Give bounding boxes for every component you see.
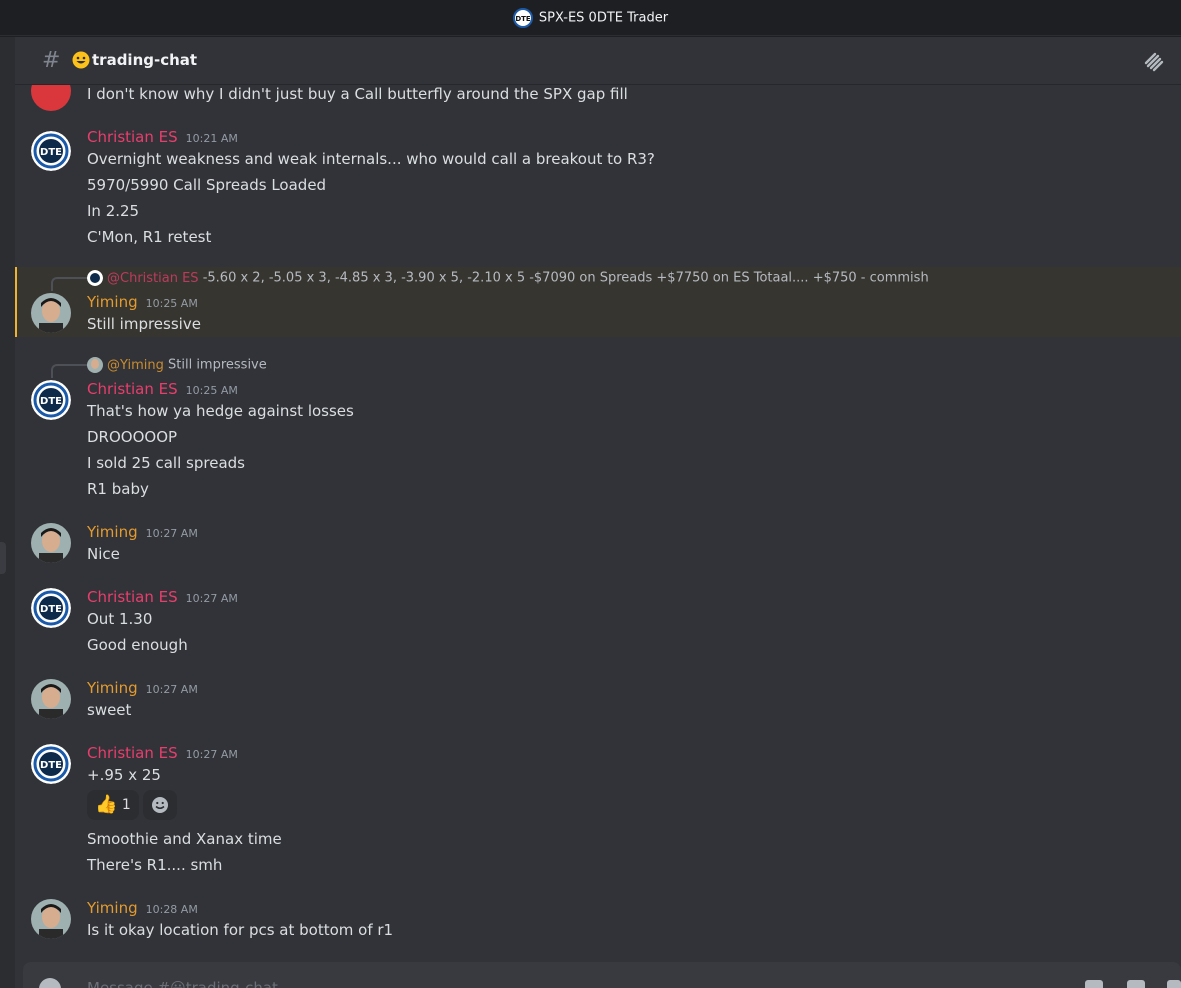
timestamp[interactable]: 10:27 AM [146, 527, 198, 540]
dte-logo-icon: DTE [31, 131, 71, 171]
message-text: Is it okay location for pcs at bottom of… [87, 921, 394, 939]
add-reaction-button[interactable] [142, 790, 177, 820]
thumbs-up-icon: 👍 [95, 794, 118, 815]
hash-icon: # [42, 48, 61, 73]
username[interactable]: Christian ES [87, 744, 178, 762]
username[interactable]: Christian ES [87, 380, 178, 398]
dte-logo-icon: DTE [31, 744, 71, 784]
timestamp[interactable]: 10:28 AM [146, 903, 198, 916]
username[interactable]: Yiming [87, 899, 138, 917]
dte-logo-icon: DTE [31, 588, 71, 628]
message-header: Christian ES 10:27 AM [87, 588, 238, 606]
message-text: +.95 x 25 [87, 766, 161, 784]
timestamp[interactable]: 10:25 AM [186, 384, 238, 397]
message-input[interactable]: Message #😃trading-chat [87, 979, 278, 988]
timestamp[interactable]: 10:25 AM [146, 297, 198, 310]
server-scroll-indicator [0, 542, 6, 574]
svg-text:DTE: DTE [40, 760, 62, 771]
message-text: C'Mon, R1 retest [87, 228, 212, 246]
timestamp[interactable]: 10:21 AM [186, 132, 238, 145]
message-header: Yiming 10:27 AM [87, 679, 198, 697]
reactions-bar: 👍 1 [87, 790, 181, 820]
username[interactable]: Yiming [87, 679, 138, 697]
smile-icon [151, 797, 168, 813]
avatar-yiming[interactable] [31, 523, 71, 563]
reply-mention[interactable]: @Christian ES [107, 271, 199, 286]
message-text: R1 baby [87, 480, 149, 498]
reply-text: -5.60 x 2, -5.05 x 3, -4.85 x 3, -3.90 x… [202, 270, 929, 286]
message-text: That's how ya hedge against losses [87, 402, 354, 420]
svg-text:DTE: DTE [40, 604, 62, 615]
avatar[interactable] [31, 85, 71, 111]
avatar-yiming[interactable] [31, 679, 71, 719]
message-text: Nice [87, 545, 120, 563]
reaction-count: 1 [121, 797, 131, 813]
avatar-yiming[interactable] [31, 293, 71, 333]
reply-preview[interactable]: @Yiming Still impressive [87, 357, 267, 373]
user-photo-icon [31, 293, 71, 333]
channel-name[interactable]: trading-chat [92, 51, 197, 69]
timestamp[interactable]: 10:27 AM [146, 683, 198, 696]
window-title: SPX-ES 0DTE Trader [538, 10, 669, 26]
reply-avatar [87, 357, 103, 373]
dte-logo-icon: DTE [31, 380, 71, 420]
reply-avatar [87, 270, 103, 286]
avatar-christian[interactable]: DTE [31, 380, 71, 420]
user-photo-icon [31, 679, 71, 719]
server-icon: DTE [512, 8, 533, 28]
timestamp[interactable]: 10:27 AM [186, 748, 238, 761]
reply-spine [51, 277, 87, 291]
avatar-christian[interactable]: DTE [31, 131, 71, 171]
username[interactable]: Yiming [87, 523, 138, 541]
message-header: Yiming 10:27 AM [87, 523, 198, 541]
username[interactable]: Christian ES [87, 588, 178, 606]
message-text: Smoothie and Xanax time [87, 830, 282, 848]
gif-icon[interactable] [1127, 980, 1145, 988]
message-header: Yiming 10:25 AM [87, 293, 198, 311]
message-composer[interactable]: Message #😃trading-chat [23, 962, 1181, 988]
gift-icon[interactable] [1085, 980, 1103, 988]
message-header: Christian ES 10:25 AM [87, 380, 238, 398]
grinning-face-icon [72, 51, 90, 69]
message-text: Out 1.30 [87, 610, 153, 628]
message-header: Christian ES 10:27 AM [87, 744, 238, 762]
message-text: I sold 25 call spreads [87, 454, 245, 472]
avatar-christian[interactable]: DTE [31, 588, 71, 628]
sticker-icon[interactable] [1167, 980, 1181, 988]
message-text: There's R1.... smh [87, 856, 223, 874]
channel-header: # trading-chat [15, 37, 1181, 85]
window-title-bar: DTE SPX-ES 0DTE Trader [0, 0, 1181, 36]
timestamp[interactable]: 10:27 AM [186, 592, 238, 605]
avatar-yiming[interactable] [31, 899, 71, 939]
reply-mention[interactable]: @Yiming [107, 358, 164, 373]
message-header: Yiming 10:28 AM [87, 899, 198, 917]
message-text: 5970/5990 Call Spreads Loaded [87, 176, 327, 194]
message-text: Overnight weakness and weak internals...… [87, 150, 655, 168]
user-photo-icon [31, 899, 71, 939]
avatar-christian[interactable]: DTE [31, 744, 71, 784]
message-text: sweet [87, 701, 132, 719]
username[interactable]: Yiming [87, 293, 138, 311]
reply-preview[interactable]: @Christian ES -5.60 x 2, -5.05 x 3, -4.8… [87, 270, 929, 286]
chat-panel: # trading-chat I don't know why I didn't… [15, 37, 1181, 988]
message-text: In 2.25 [87, 202, 140, 220]
reply-text: Still impressive [168, 357, 267, 373]
threads-icon[interactable] [1143, 51, 1165, 73]
svg-text:DTE: DTE [40, 147, 62, 158]
message-text: Good enough [87, 636, 188, 654]
reply-spine [51, 364, 87, 378]
svg-text:DTE: DTE [40, 396, 62, 407]
message-list[interactable]: I don't know why I didn't just buy a Cal… [15, 85, 1181, 955]
username[interactable]: Christian ES [87, 128, 178, 146]
message-header: Christian ES 10:21 AM [87, 128, 238, 146]
reaction-thumbs-up[interactable]: 👍 1 [87, 790, 139, 820]
user-photo-icon [31, 523, 71, 563]
server-sidebar [0, 37, 15, 988]
message-text: Still impressive [87, 315, 201, 333]
message-text: I don't know why I didn't just buy a Cal… [87, 85, 628, 103]
svg-text:DTE: DTE [515, 15, 531, 23]
message-text: DROOOOOP [87, 428, 178, 446]
upload-plus-icon[interactable] [39, 978, 61, 988]
